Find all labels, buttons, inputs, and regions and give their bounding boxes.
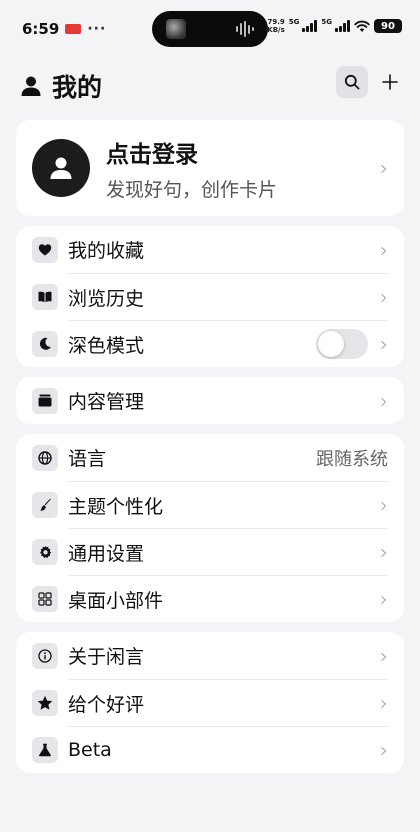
menu-item-language[interactable]: 语言 跟随系统: [16, 434, 404, 481]
menu-item-content-management[interactable]: 内容管理 ›: [16, 377, 404, 424]
dynamic-island[interactable]: [152, 11, 268, 47]
menu-item-favorites[interactable]: 我的收藏 ›: [16, 226, 404, 273]
chevron-right-icon: ›: [380, 388, 388, 413]
book-icon: [38, 291, 52, 302]
star-icon: [37, 695, 53, 710]
menu-item-desktop-widgets[interactable]: 桌面小部件 ›: [16, 574, 404, 622]
page-header: 我的: [0, 60, 420, 108]
menu-item-theme[interactable]: 主题个性化 ›: [16, 480, 404, 528]
login-subtitle: 发现好句，创作卡片: [106, 178, 278, 201]
avatar-user-icon: [50, 157, 72, 179]
avatar: [32, 139, 90, 197]
more-notifications-indicator: ···: [87, 21, 107, 37]
signal-strength-icon-2: [335, 20, 350, 32]
audio-wave-icon: [236, 21, 254, 37]
login-card[interactable]: 点击登录 发现好句，创作卡片 ›: [16, 120, 404, 216]
menu-item-history[interactable]: 浏览历史 ›: [16, 272, 404, 320]
toggle-knob: [318, 331, 344, 357]
globe-icon: [38, 450, 52, 465]
chevron-right-icon: ›: [380, 493, 388, 517]
chevron-right-icon: ›: [380, 691, 388, 715]
chevron-right-icon: ›: [380, 332, 388, 356]
chevron-right-icon: ›: [380, 285, 388, 309]
menu-item-beta[interactable]: Beta ›: [16, 725, 404, 773]
menu-group-about: 关于闲言 › 给个好评 › Beta ›: [16, 632, 404, 773]
add-button[interactable]: [374, 66, 406, 98]
chevron-right-icon: ›: [380, 587, 388, 611]
chevron-right-icon: ›: [380, 156, 388, 180]
menu-group-personal: 我的收藏 › 浏览历史 › 深色模式 ›: [16, 226, 404, 367]
user-icon: [21, 76, 41, 96]
menu-group-settings: 语言 跟随系统 主题个性化 › 通用设置 › 桌面小部件 ›: [16, 434, 404, 622]
archive-icon: [38, 394, 52, 407]
page-title: 我的: [52, 73, 103, 102]
status-time: 6:59 ···: [22, 20, 107, 38]
chevron-right-icon: ›: [380, 643, 388, 668]
dark-mode-toggle[interactable]: [316, 329, 368, 359]
menu-item-rate[interactable]: 给个好评 ›: [16, 678, 404, 726]
media-thumbnail: [166, 19, 186, 39]
moon-icon: [39, 337, 51, 350]
chevron-right-icon: ›: [380, 540, 388, 564]
widgets-icon: [38, 591, 52, 606]
network-speed: 79.9 KB/s: [267, 18, 285, 34]
heart-icon: [38, 243, 52, 255]
login-title: 点击登录: [106, 141, 198, 168]
status-indicators: 79.9 KB/s 5G 5G 90: [267, 18, 402, 34]
search-button[interactable]: [336, 66, 368, 98]
status-bar: 6:59 ··· 79.9 KB/s 5G 5G 90: [0, 0, 420, 58]
info-icon: [38, 648, 52, 663]
language-value: 跟随系统: [316, 448, 388, 470]
menu-group-content: 内容管理 ›: [16, 377, 404, 424]
plus-icon: [382, 74, 398, 90]
notification-badge-icon: [65, 24, 82, 34]
chevron-right-icon: ›: [380, 237, 388, 262]
brush-icon: [40, 498, 51, 511]
search-icon: [344, 74, 360, 90]
gear-icon: [40, 545, 52, 558]
signal-strength-icon: [302, 20, 318, 32]
menu-item-about[interactable]: 关于闲言 ›: [16, 632, 404, 679]
battery-indicator: 90: [374, 19, 402, 33]
wifi-icon: [354, 20, 370, 32]
flask-icon: [39, 743, 51, 756]
menu-item-dark-mode[interactable]: 深色模式 ›: [16, 319, 404, 367]
menu-item-general-settings[interactable]: 通用设置 ›: [16, 527, 404, 575]
chevron-right-icon: ›: [380, 738, 388, 762]
